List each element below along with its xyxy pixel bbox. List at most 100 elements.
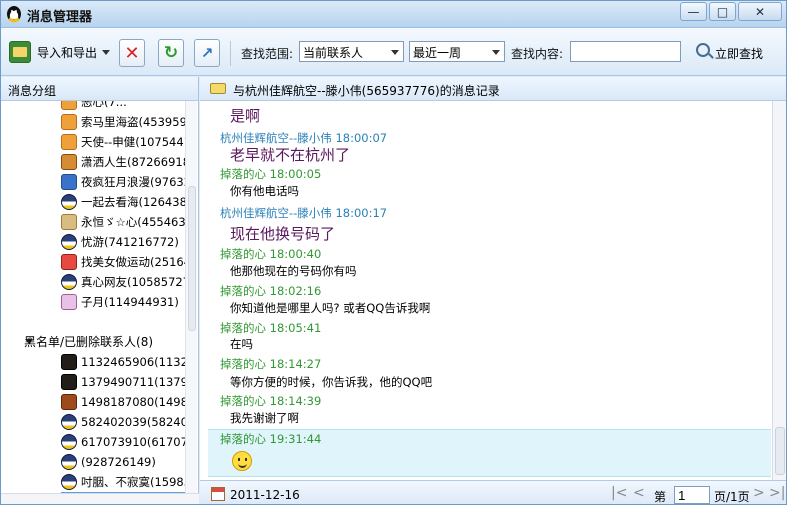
select-caret-icon: [391, 50, 399, 55]
sender-name: 掉落的心: [220, 432, 266, 446]
contact-item[interactable]: 吋胭、不寂寞(15985: [61, 472, 185, 492]
close-button[interactable]: ✕: [738, 2, 782, 21]
contact-scope-value: 当前联系人: [303, 46, 364, 60]
message-time: 18:00:07: [335, 131, 388, 145]
message-time: 18:00:05: [269, 167, 322, 181]
import-export-button[interactable]: 导入和导出: [9, 40, 111, 64]
dark-avatar-icon: [61, 354, 77, 370]
contact-item[interactable]: 1132465906(1132465: [61, 352, 185, 372]
contact-item[interactable]: 永恒ゞ☆心(4554638: [61, 212, 185, 232]
qq-avatar-icon: [61, 414, 77, 430]
orange-avatar-icon: [61, 114, 77, 130]
sidebar-horizontal-scrollbar[interactable]: [1, 493, 199, 504]
sender-name: 杭州佳辉航空--滕小伟: [220, 131, 332, 145]
message-group-sidebar: 消息分组 黑名单/已删除联系人(8) 恶心(7... 索马里海盗(4539599 天…: [1, 77, 199, 504]
message-list: 是啊 杭州佳辉航空--滕小伟 18:00:07 老早就不在杭州了 掉落的心 18:00…: [208, 101, 771, 480]
contact-label: (928726149): [81, 455, 156, 469]
search-scope-label: 查找范围:: [241, 47, 294, 61]
contact-label: 忧游(741216772): [81, 235, 179, 249]
message-header: 掉落的心 18:00:40: [220, 246, 321, 262]
sidebar-title: 消息分组: [1, 77, 198, 101]
brown-avatar-icon: [61, 394, 77, 410]
contact-item[interactable]: 忧游(741216772): [61, 232, 185, 252]
contact-item[interactable]: 找美女做运动(25164: [61, 252, 185, 272]
penguin-app-icon: [5, 5, 23, 23]
first-page-icon[interactable]: |<: [611, 486, 627, 500]
contact-item[interactable]: 1498187080(1498187: [61, 392, 185, 412]
export-button[interactable]: ↗: [194, 39, 220, 67]
page-number-input[interactable]: [674, 486, 710, 504]
contact-label: 1379490711(1379490: [81, 375, 185, 389]
title-bar: 消息管理器 — □ ✕: [1, 1, 786, 28]
search-button-label[interactable]: 立即查找: [715, 45, 763, 62]
contact-item[interactable]: 子月(114944931): [61, 292, 185, 312]
blue-avatar-icon: [61, 174, 77, 190]
time-range-select[interactable]: 最近一周: [409, 41, 505, 62]
previous-page-icon[interactable]: <: [633, 486, 645, 500]
sender-name: 掉落的心: [220, 247, 266, 261]
orange-avatar-icon: [61, 101, 77, 110]
message-time: 18:14:27: [269, 357, 322, 371]
contact-item[interactable]: 一起去看海(1264381: [61, 192, 185, 212]
message-scroll-thumb[interactable]: [775, 427, 785, 475]
contact-item[interactable]: 582402039(5824020: [61, 412, 185, 432]
dark-avatar-icon: [61, 374, 77, 390]
minimize-button[interactable]: —: [680, 2, 707, 21]
message-text: 现在他换号码了: [230, 225, 336, 243]
message-time: 18:02:16: [269, 284, 322, 298]
red-avatar-icon: [61, 254, 77, 270]
message-scrollbar[interactable]: [772, 101, 786, 480]
toolbar: 导入和导出 ✕ ↻ ↗ 查找范围: 当前联系人 最近一周 查找内容: 立即查找: [1, 28, 786, 76]
contact-item[interactable]: 真心网友(105857278: [61, 272, 185, 292]
contact-item[interactable]: (928726149): [61, 452, 185, 472]
message-date: 2011-12-16: [230, 488, 300, 502]
calendar-icon[interactable]: [211, 487, 225, 501]
qq-avatar-icon: [61, 474, 77, 490]
message-header: 掉落的心 18:00:05: [220, 166, 321, 182]
contact-item[interactable]: 恶心(7...: [61, 101, 185, 112]
message-text: 老早就不在杭州了: [230, 146, 351, 164]
message-text: 我先谢谢了啊: [230, 411, 299, 425]
sender-name: 掉落的心: [220, 167, 266, 181]
qq-avatar-icon: [61, 194, 77, 210]
time-range-value: 最近一周: [413, 46, 462, 60]
sidebar-scroll-thumb[interactable]: [188, 186, 196, 331]
contact-label: 582402039(5824020: [81, 415, 185, 429]
sender-name: 掉落的心: [220, 284, 266, 298]
contact-item[interactable]: 潇洒人生(87266918): [61, 152, 185, 172]
contact-label: 找美女做运动(25164: [81, 255, 185, 269]
search-icon[interactable]: [696, 43, 710, 57]
contact-label: 天使--申健(1075441: [81, 135, 185, 149]
next-page-icon[interactable]: >: [753, 486, 765, 500]
contact-item[interactable]: 1379490711(1379490: [61, 372, 185, 392]
contact-item[interactable]: 夜疯狂月浪漫(97632: [61, 172, 185, 192]
contact-label: 一起去看海(1264381: [81, 195, 185, 209]
contact-item[interactable]: 索马里海盗(4539599: [61, 112, 185, 132]
contact-label: 吋胭、不寂寞(15985: [81, 475, 185, 489]
search-content-input[interactable]: [570, 41, 681, 62]
message-time: 18:14:39: [269, 394, 322, 408]
message-record-panel: 与杭州佳辉航空--滕小伟(565937776)的消息记录 是啊 杭州佳辉航空--滕…: [200, 77, 786, 504]
contact-label: 夜疯狂月浪漫(97632: [81, 175, 185, 189]
delete-button[interactable]: ✕: [119, 39, 145, 67]
contact-list: 黑名单/已删除联系人(8) 恶心(7... 索马里海盗(4539599 天使--申健…: [1, 101, 186, 504]
select-caret-icon: [492, 50, 500, 55]
message-header: 掉落的心 18:05:41: [220, 320, 321, 336]
sidebar-scrollbar[interactable]: [185, 101, 197, 504]
message-text: 在吗: [230, 337, 253, 351]
message-time: 19:31:44: [269, 432, 322, 446]
sender-name: 掉落的心: [220, 321, 266, 335]
maximize-button[interactable]: □: [709, 2, 736, 21]
message-footer: 2011-12-16 |< < 第 页/1页 > >|: [200, 480, 786, 504]
contact-item[interactable]: 617073910(6170739: [61, 432, 185, 452]
contact-scope-select[interactable]: 当前联系人: [299, 41, 404, 62]
message-header: 掉落的心 18:02:16: [220, 283, 321, 299]
blocked-group-label[interactable]: 黑名单/已删除联系人(8): [24, 333, 153, 350]
smile-emoticon-icon: [232, 451, 252, 471]
contact-label: 1498187080(1498187: [81, 395, 185, 409]
refresh-button[interactable]: ↻: [158, 39, 184, 67]
message-manager-window: 消息管理器 — □ ✕ 导入和导出 ✕ ↻ ↗ 查找范围: 当前联系人 最近一周…: [0, 0, 787, 505]
pink-avatar-icon: [61, 294, 77, 310]
last-page-icon[interactable]: >|: [769, 486, 785, 500]
contact-item[interactable]: 天使--申健(1075441: [61, 132, 185, 152]
